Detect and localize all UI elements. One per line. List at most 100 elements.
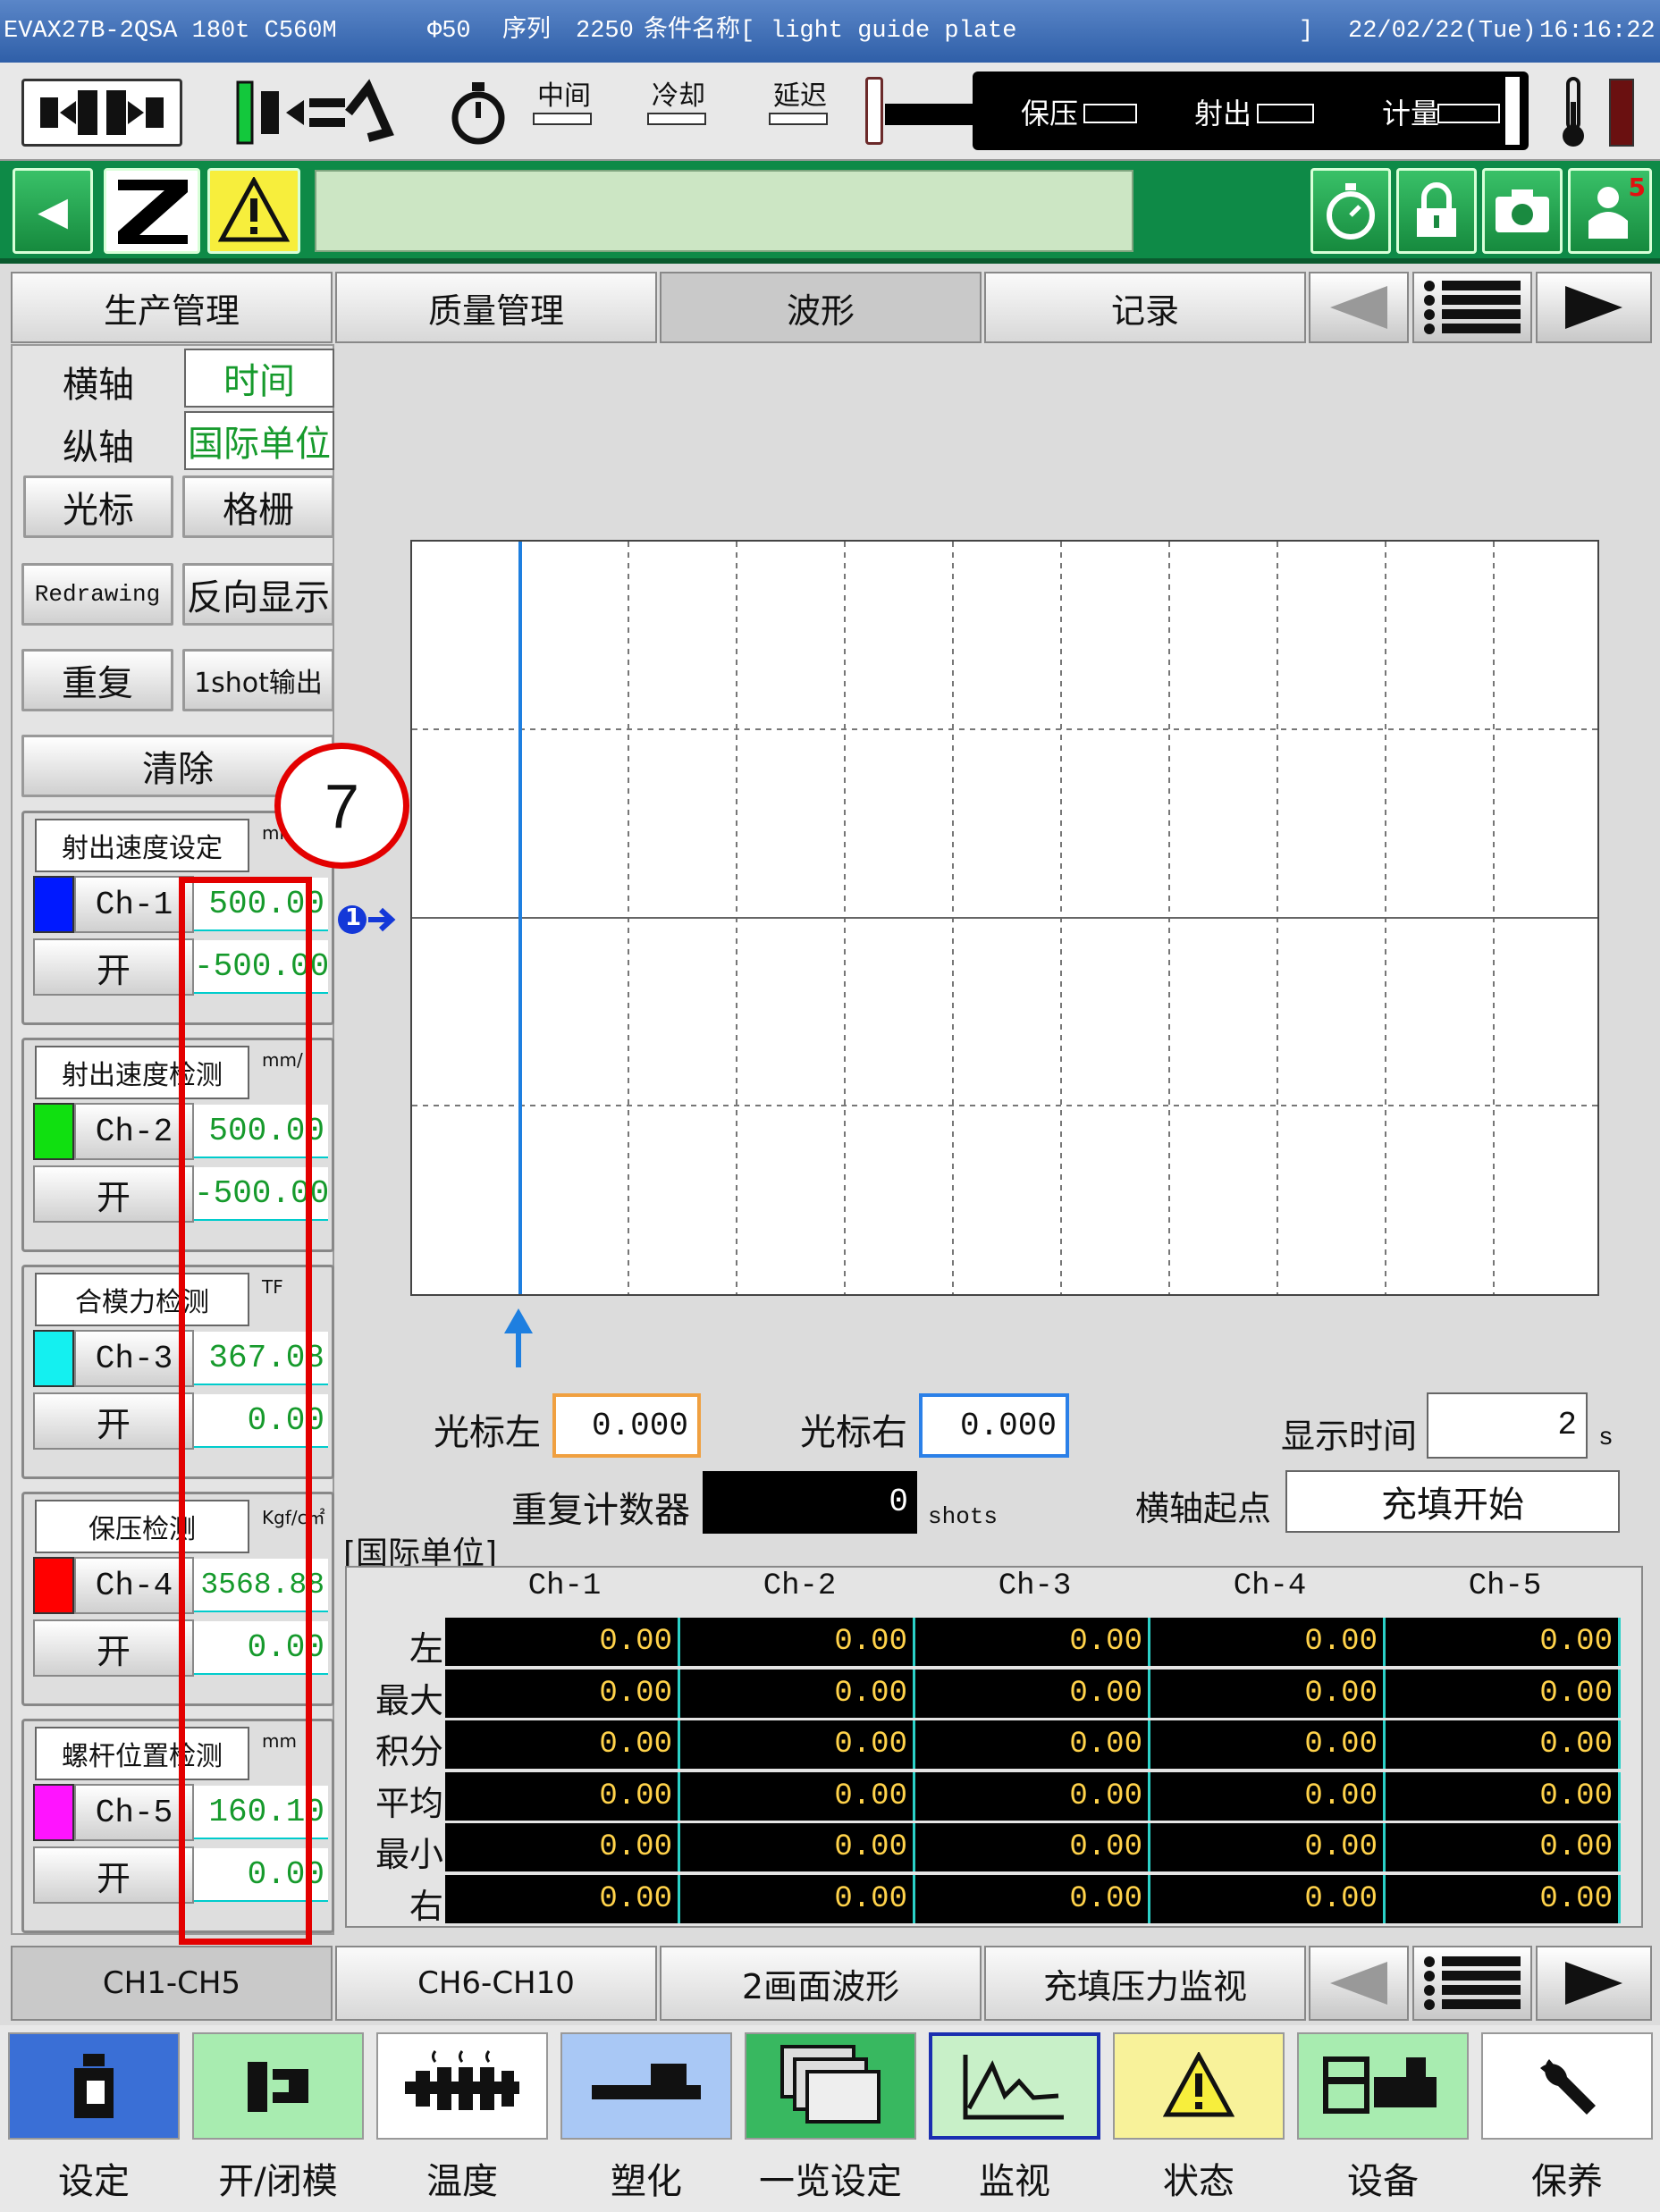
x-axis-value[interactable]: 时间 bbox=[184, 349, 334, 408]
table-cell: 0.00 bbox=[445, 1823, 680, 1871]
table-cell: 0.00 bbox=[445, 1618, 680, 1666]
channel-open-label[interactable]: 开 bbox=[33, 938, 194, 996]
nav-machine-button[interactable]: 设备 bbox=[1296, 2032, 1470, 2208]
oneshot-output-button[interactable]: 1shot输出 bbox=[182, 649, 334, 711]
subtab-dual-waveform[interactable]: 2画面波形 bbox=[660, 1946, 982, 2021]
nav-monitor-button[interactable]: 监视 bbox=[928, 2032, 1101, 2208]
subtab-ch6-ch10[interactable]: CH6-CH10 bbox=[335, 1946, 657, 2021]
cursor-handle-icon[interactable] bbox=[502, 1307, 535, 1369]
table-cell: 0.00 bbox=[445, 1720, 680, 1769]
cursor-left-value[interactable]: 0.000 bbox=[552, 1393, 701, 1458]
channel-open-label[interactable]: 开 bbox=[33, 1846, 194, 1904]
channel-open-label[interactable]: 开 bbox=[33, 1392, 194, 1450]
prev-page-button[interactable] bbox=[1309, 272, 1409, 343]
condition-name: light guide plate bbox=[771, 18, 1017, 45]
condition-end: ] bbox=[1299, 18, 1314, 45]
channel-color-swatch[interactable] bbox=[33, 876, 74, 933]
message-area bbox=[315, 170, 1133, 252]
display-time-value[interactable]: 2 bbox=[1427, 1392, 1588, 1459]
right-triangle-icon bbox=[1565, 286, 1622, 329]
table-cell: 0.00 bbox=[680, 1771, 915, 1821]
table-cell: 0.00 bbox=[445, 1669, 680, 1718]
channel-name[interactable]: Ch-3 bbox=[74, 1330, 194, 1387]
tab-waveform[interactable]: 波形 bbox=[660, 272, 982, 343]
table-cell: 0.00 bbox=[1150, 1669, 1386, 1718]
nav-label: 状态 bbox=[1163, 2161, 1234, 2202]
table-cell: 0.00 bbox=[915, 1669, 1150, 1718]
timer-icon bbox=[447, 79, 510, 147]
ejector-icon bbox=[234, 79, 404, 147]
middle-label: 中间 bbox=[537, 80, 591, 112]
nav-setting-button[interactable]: 设定 bbox=[7, 2032, 181, 2208]
nav-plasticize-button[interactable]: 塑化 bbox=[560, 2032, 733, 2208]
subtab-ch1-ch5[interactable]: CH1-CH5 bbox=[11, 1946, 333, 2021]
channel-color-swatch[interactable] bbox=[33, 1103, 74, 1160]
channel-color-swatch[interactable] bbox=[33, 1784, 74, 1841]
table-cell: 0.00 bbox=[680, 1669, 915, 1718]
redraw-button[interactable]: Redrawing bbox=[21, 563, 173, 626]
hold-indicator bbox=[1083, 104, 1137, 123]
menu-list-icon bbox=[1424, 281, 1521, 334]
x-origin-value[interactable]: 充填开始 bbox=[1285, 1470, 1620, 1533]
repeat-counter-unit: shots bbox=[928, 1503, 999, 1530]
temperature-indicator bbox=[1609, 79, 1634, 147]
next-page-button[interactable] bbox=[1536, 272, 1652, 343]
subtab-next-button[interactable] bbox=[1536, 1946, 1652, 2021]
channel-name[interactable]: Ch-1 bbox=[74, 876, 194, 933]
tab-record[interactable]: 记录 bbox=[984, 272, 1306, 343]
table-cell: 0.00 bbox=[1150, 1618, 1386, 1666]
nav-wrench-button[interactable]: 保养 bbox=[1480, 2032, 1654, 2208]
delay-label: 延迟 bbox=[773, 80, 827, 112]
nav-warning-button[interactable]: 状态 bbox=[1112, 2032, 1285, 2208]
nav-label: 塑化 bbox=[611, 2161, 682, 2202]
subtab-fill-pressure-monitor[interactable]: 充填压力监视 bbox=[984, 1946, 1306, 2021]
cursor-right-label: 光标右 bbox=[800, 1412, 907, 1453]
table-cell: 0.00 bbox=[915, 1874, 1150, 1923]
cursor-button[interactable]: 光标 bbox=[23, 475, 173, 538]
user-button[interactable]: 5 bbox=[1568, 168, 1652, 254]
channel-open-label[interactable]: 开 bbox=[33, 1619, 194, 1677]
back-button[interactable]: ◀ bbox=[13, 168, 93, 254]
y-axis-value[interactable]: 国际单位 bbox=[184, 411, 334, 470]
tab-production[interactable]: 生产管理 bbox=[11, 272, 333, 343]
date-display: 22/02/22(Tue) bbox=[1348, 18, 1537, 45]
repeat-button[interactable]: 重复 bbox=[21, 649, 173, 711]
camera-button[interactable] bbox=[1482, 168, 1563, 254]
tab-quality[interactable]: 质量管理 bbox=[335, 272, 657, 343]
timer-button[interactable] bbox=[1310, 168, 1391, 254]
z-logo-button[interactable] bbox=[104, 168, 200, 254]
channel-open-label[interactable]: 开 bbox=[33, 1165, 194, 1223]
nozzle-icon bbox=[885, 104, 974, 125]
subtab-prev-button[interactable] bbox=[1309, 1946, 1409, 2021]
channel-name[interactable]: Ch-2 bbox=[74, 1103, 194, 1160]
nav-heater-button[interactable]: 温度 bbox=[375, 2032, 549, 2208]
row-label: 积分 bbox=[375, 1732, 443, 1771]
user-level-badge: 5 bbox=[1628, 172, 1646, 202]
channel-name[interactable]: Ch-4 bbox=[74, 1557, 194, 1614]
cooling-indicator bbox=[647, 113, 706, 125]
row-label: 右 bbox=[409, 1886, 443, 1926]
machine-icon bbox=[1297, 2032, 1469, 2140]
nav-label: 设备 bbox=[1347, 2161, 1419, 2202]
channel-1-marker[interactable]: 1 bbox=[336, 903, 399, 937]
alarm-button[interactable] bbox=[207, 168, 300, 254]
table-cell: 0.00 bbox=[680, 1720, 915, 1769]
nav-mold-button[interactable]: 开/闭模 bbox=[191, 2032, 365, 2208]
channel-color-swatch[interactable] bbox=[33, 1330, 74, 1387]
table-cell: 0.00 bbox=[915, 1823, 1150, 1871]
grid-button[interactable]: 格栅 bbox=[182, 475, 334, 538]
waveform-grid bbox=[412, 542, 1597, 1294]
channel-color-swatch[interactable] bbox=[33, 1557, 74, 1614]
waveform-plot[interactable] bbox=[410, 540, 1599, 1296]
subtab-menu-button[interactable] bbox=[1412, 1946, 1532, 2021]
screw-diameter: Φ50 bbox=[427, 18, 471, 45]
lock-button[interactable] bbox=[1396, 168, 1477, 254]
nav-label: 保养 bbox=[1531, 2161, 1603, 2202]
cursor-right-value[interactable]: 0.000 bbox=[919, 1393, 1069, 1458]
menu-button[interactable] bbox=[1412, 272, 1532, 343]
channel-name[interactable]: Ch-5 bbox=[74, 1784, 194, 1841]
delay-indicator bbox=[769, 113, 828, 125]
nav-list-settings-button[interactable]: 一览设定 bbox=[744, 2032, 917, 2208]
condition-label: 条件名称[ bbox=[644, 18, 755, 45]
reverse-display-button[interactable]: 反向显示 bbox=[182, 563, 334, 626]
